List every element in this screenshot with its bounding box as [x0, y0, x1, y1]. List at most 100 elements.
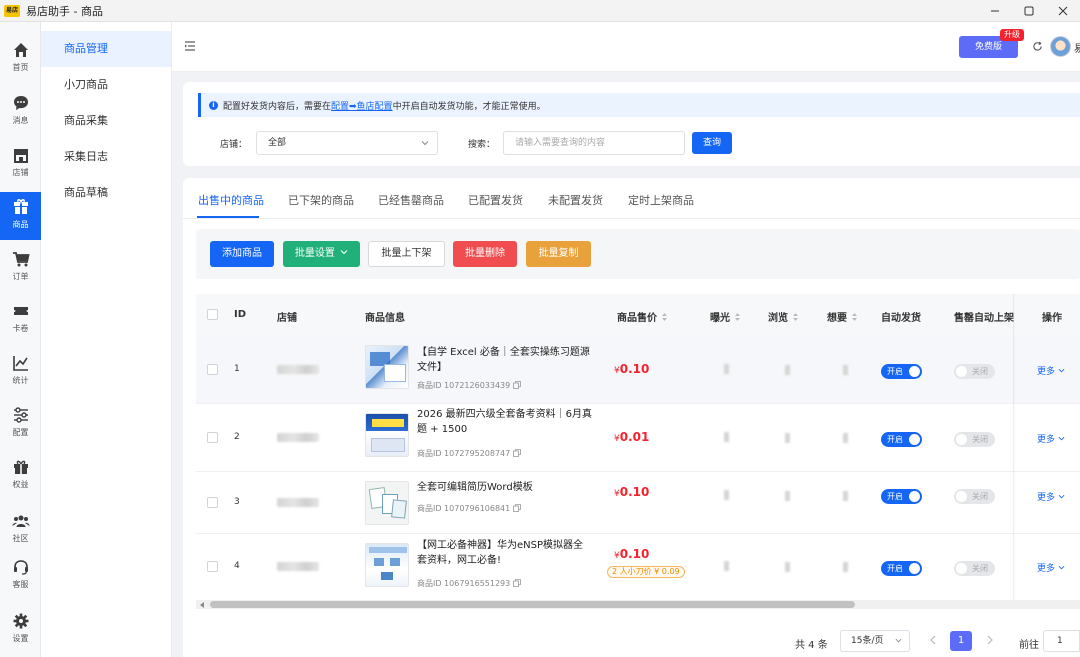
- auto-ship-switch[interactable]: 开启: [881, 489, 922, 504]
- rail-item-cards[interactable]: 卡卷: [0, 296, 41, 344]
- row-checkbox[interactable]: [207, 561, 218, 572]
- refresh-icon[interactable]: [1032, 41, 1043, 52]
- views-redacted: [785, 433, 790, 443]
- auto-ship-switch[interactable]: 开启: [881, 432, 922, 447]
- notice-config-link[interactable]: 配置➡鱼店配置: [331, 99, 393, 112]
- rail-item-orders[interactable]: 订单: [0, 244, 41, 292]
- chevron-down-icon: [1058, 565, 1065, 570]
- row-checkbox[interactable]: [207, 497, 218, 508]
- add-product-button[interactable]: 添加商品: [210, 241, 274, 267]
- more-actions-link[interactable]: 更多: [1037, 432, 1065, 445]
- rail-item-support[interactable]: 客服: [0, 552, 41, 600]
- rail-item-benefits[interactable]: 权益: [0, 452, 41, 500]
- rail-item-config[interactable]: 配置: [0, 400, 41, 448]
- maximize-button[interactable]: [1012, 0, 1046, 22]
- menu-toggle-icon[interactable]: [184, 40, 196, 52]
- rail-item-store[interactable]: 店铺: [0, 140, 41, 188]
- auto-relist-switch[interactable]: 关闭: [954, 489, 995, 504]
- product-id-text: 商品ID 1067916551293: [417, 579, 511, 588]
- store-select[interactable]: 全部: [256, 131, 438, 155]
- more-actions-link[interactable]: 更多: [1037, 364, 1065, 377]
- tab-on-sale[interactable]: 出售中的商品: [198, 192, 264, 208]
- auto-ship-switch[interactable]: 开启: [881, 364, 922, 379]
- table-row[interactable]: 4 【网工必备神器】华为eNSP模拟器全套资料，网工必备! 商品ID 10679…: [196, 534, 1080, 604]
- page-number-current[interactable]: 1: [950, 631, 972, 651]
- table-row[interactable]: 3 全套可编辑简历Word模板 商品ID 1070796106841 ¥0.10…: [196, 472, 1080, 534]
- rail-item-community[interactable]: 社区: [0, 506, 41, 554]
- app-logo: 易店: [4, 4, 20, 17]
- column-header-wants[interactable]: 想要: [827, 309, 858, 324]
- copy-icon[interactable]: [513, 449, 522, 457]
- switch-knob: [909, 563, 920, 574]
- tab-shipping-unconfigured[interactable]: 未配置发货: [548, 192, 603, 208]
- user-name[interactable]: 易: [1074, 40, 1080, 55]
- rail-item-products[interactable]: 商品: [0, 192, 41, 240]
- rail-item-settings[interactable]: 设置: [0, 606, 41, 654]
- copy-icon[interactable]: [513, 504, 522, 512]
- column-header-info: 商品信息: [365, 313, 405, 324]
- goto-page-input[interactable]: 1: [1043, 630, 1080, 652]
- copy-icon[interactable]: [513, 579, 522, 587]
- tab-sold-out[interactable]: 已经售罄商品: [378, 192, 444, 208]
- headset-icon: [13, 560, 28, 575]
- row-checkbox[interactable]: [207, 432, 218, 443]
- row-id: 4: [234, 561, 240, 571]
- batch-delete-button[interactable]: 批量删除: [453, 241, 517, 267]
- rail-label: 店铺: [12, 168, 29, 177]
- subnav-item-product-management[interactable]: 商品管理: [41, 31, 171, 67]
- subnav-item-product-drafts[interactable]: 商品草稿: [41, 175, 171, 211]
- auto-ship-switch[interactable]: 开启: [881, 561, 922, 576]
- wants-redacted: [843, 365, 848, 375]
- product-title[interactable]: 2026 最新四六级全套备考资料｜6月真题 + 1500: [417, 407, 592, 437]
- product-title[interactable]: 全套可编辑简历Word模板: [417, 480, 592, 495]
- product-title[interactable]: 【自学 Excel 必备｜全套实操练习题源文件】: [417, 345, 592, 375]
- page-size-select[interactable]: 15条/页: [840, 630, 910, 652]
- auto-relist-switch[interactable]: 关闭: [954, 432, 995, 447]
- subnav-item-product-collection[interactable]: 商品采集: [41, 103, 171, 139]
- column-header-views[interactable]: 浏览: [768, 309, 799, 324]
- product-price: ¥0.10: [614, 547, 649, 561]
- product-title[interactable]: 【网工必备神器】华为eNSP模拟器全套资料，网工必备!: [417, 538, 592, 568]
- tab-shipping-configured[interactable]: 已配置发货: [468, 192, 523, 208]
- scroll-left-arrow-icon[interactable]: [200, 602, 204, 608]
- auto-relist-switch[interactable]: 关闭: [954, 364, 995, 379]
- subnav-item-collection-log[interactable]: 采集日志: [41, 139, 171, 175]
- row-id: 1: [234, 364, 240, 374]
- close-window-button[interactable]: [1046, 0, 1080, 22]
- product-price: ¥0.10: [614, 362, 649, 376]
- more-actions-link[interactable]: 更多: [1037, 490, 1065, 503]
- home-icon: [13, 43, 28, 57]
- horizontal-scrollbar[interactable]: [196, 600, 1080, 609]
- table-row[interactable]: 1 【自学 Excel 必备｜全套实操练习题源文件】 商品ID 10721260…: [196, 336, 1080, 404]
- batch-list-toggle-button[interactable]: 批量上下架: [368, 241, 445, 267]
- search-input[interactable]: [503, 131, 685, 155]
- rail-item-messages[interactable]: 消息: [0, 88, 41, 136]
- scrollbar-thumb[interactable]: [210, 601, 855, 608]
- prev-page-button[interactable]: [929, 635, 937, 648]
- batch-copy-button[interactable]: 批量复制: [526, 241, 591, 267]
- column-header-price[interactable]: 商品售价: [617, 309, 668, 324]
- query-button[interactable]: 查询: [692, 132, 732, 154]
- chevron-right-icon: [987, 635, 993, 645]
- more-label: 更多: [1037, 435, 1056, 445]
- avatar[interactable]: [1050, 36, 1071, 57]
- row-checkbox[interactable]: [207, 364, 218, 375]
- batch-settings-button[interactable]: 批量设置: [283, 241, 360, 267]
- select-all-checkbox[interactable]: [207, 309, 218, 320]
- rail-item-home[interactable]: 首页: [0, 35, 41, 83]
- next-page-button[interactable]: [986, 635, 994, 648]
- table-row[interactable]: 2 2026 最新四六级全套备考资料｜6月真题 + 1500 商品ID 1072…: [196, 404, 1080, 472]
- rail-item-stats[interactable]: 统计: [0, 348, 41, 396]
- sliders-icon: [13, 407, 28, 423]
- tab-scheduled-listing[interactable]: 定时上架商品: [628, 192, 694, 208]
- chevron-left-icon: [930, 635, 936, 645]
- column-header-exposure[interactable]: 曝光: [710, 309, 741, 324]
- copy-icon[interactable]: [513, 381, 522, 389]
- more-actions-link[interactable]: 更多: [1037, 561, 1065, 574]
- tab-delisted[interactable]: 已下架的商品: [288, 192, 354, 208]
- chevron-down-icon: [1058, 494, 1065, 499]
- product-tabs: 出售中的商品 已下架的商品 已经售罄商品 已配置发货 未配置发货 定时上架商品: [183, 178, 1080, 219]
- subnav-item-knife-products[interactable]: 小刀商品: [41, 67, 171, 103]
- auto-relist-switch[interactable]: 关闭: [954, 561, 995, 576]
- minimize-button[interactable]: [978, 0, 1012, 22]
